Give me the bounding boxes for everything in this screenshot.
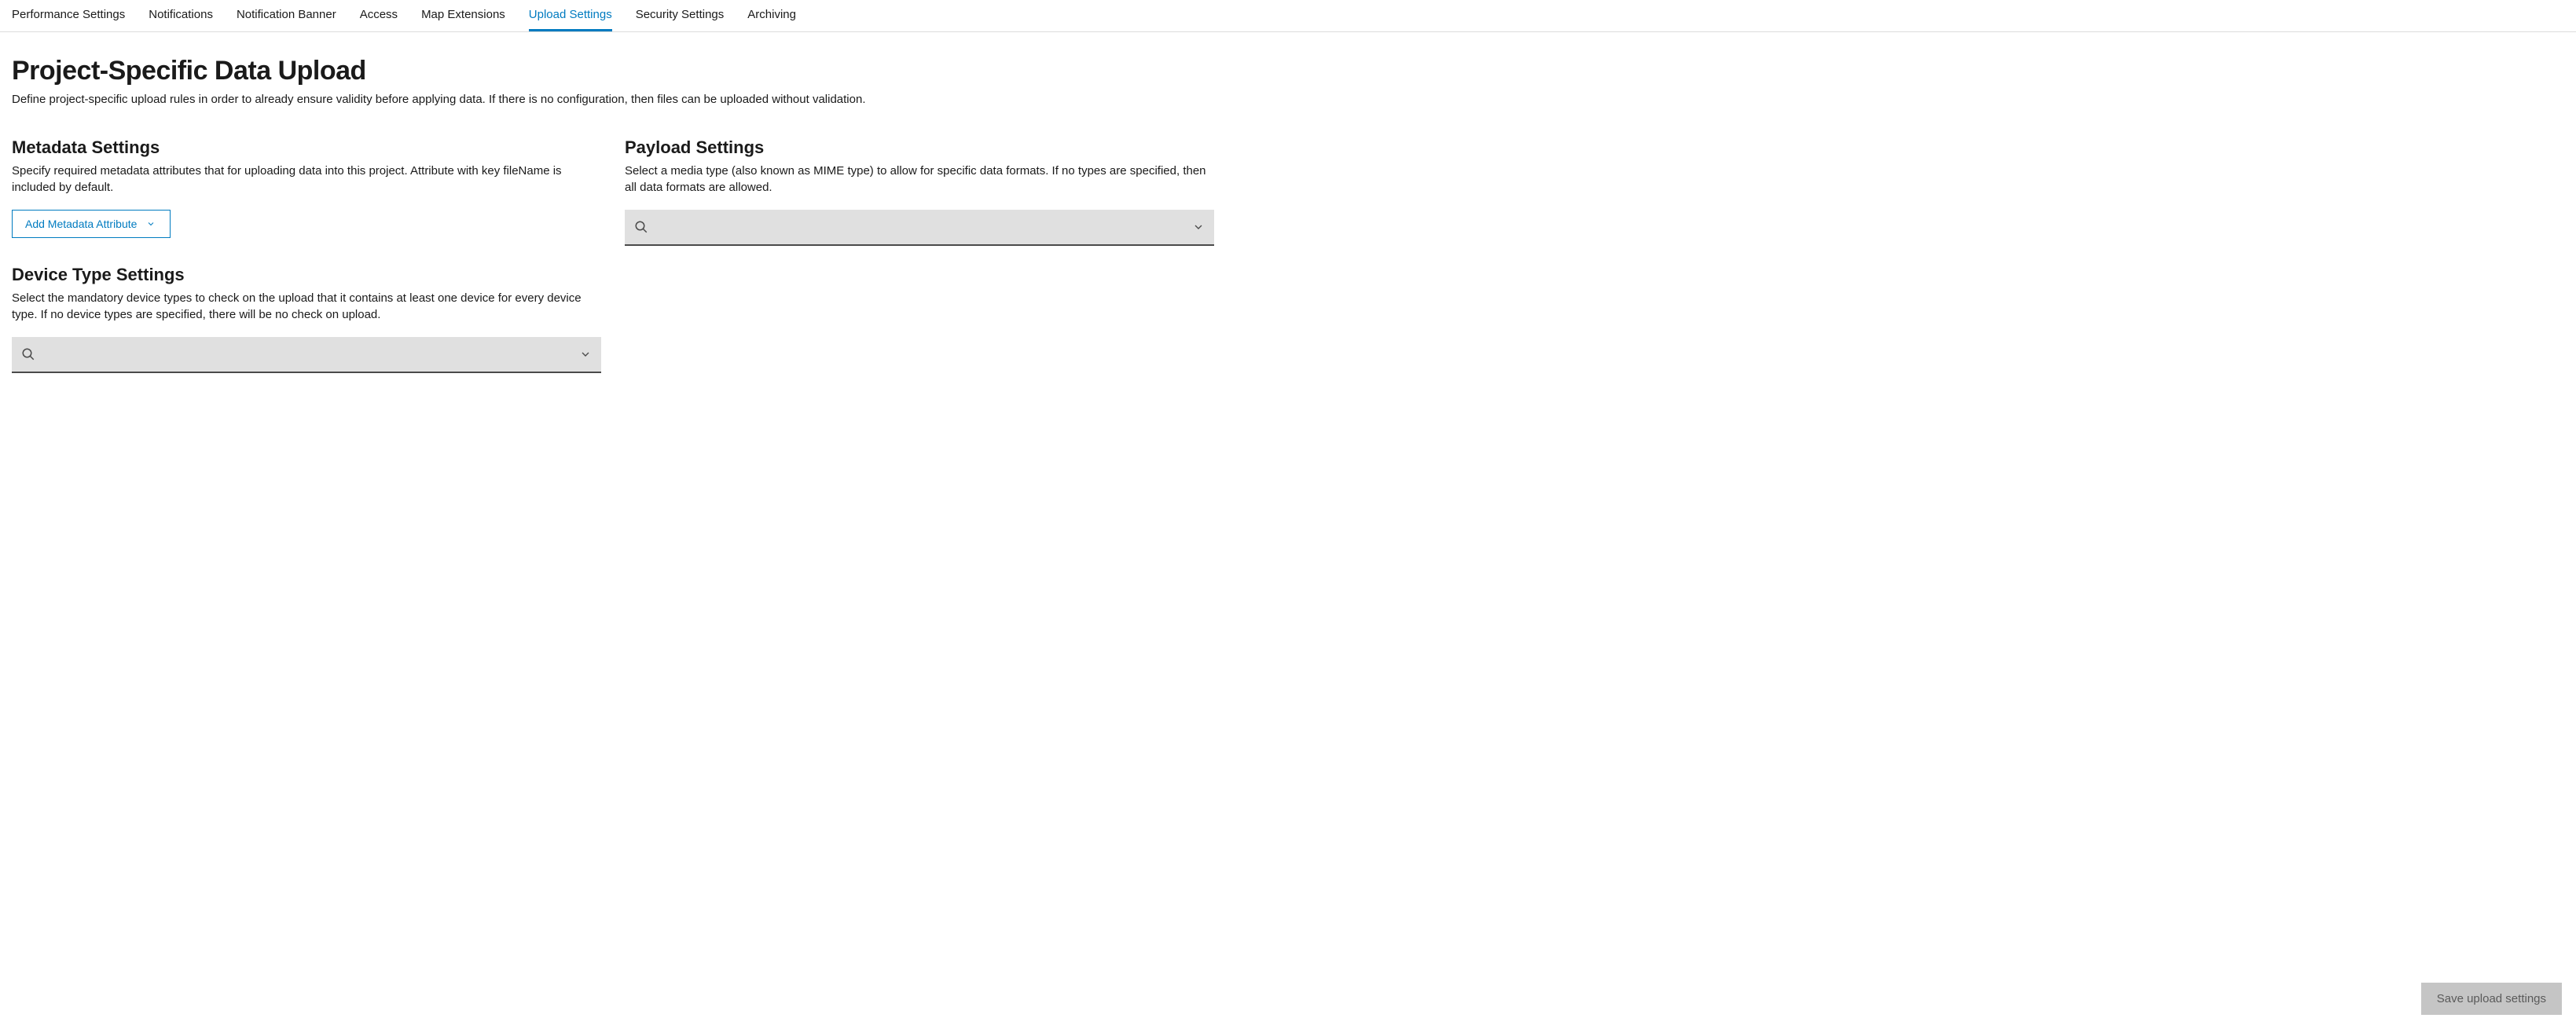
device-type-settings-description: Select the mandatory device types to che…	[12, 290, 601, 323]
metadata-settings-section: Metadata Settings Specify required metad…	[12, 137, 601, 238]
save-upload-settings-button[interactable]: Save upload settings	[2421, 983, 2562, 1015]
main-content: Project-Specific Data Upload Define proj…	[0, 32, 1226, 436]
payload-search-input[interactable]	[656, 220, 1184, 235]
tab-upload-settings[interactable]: Upload Settings	[529, 0, 612, 31]
search-icon	[21, 347, 35, 361]
device-type-select[interactable]	[12, 337, 601, 373]
tab-archiving[interactable]: Archiving	[747, 0, 796, 31]
device-type-settings-title: Device Type Settings	[12, 265, 601, 285]
device-type-settings-section: Device Type Settings Select the mandator…	[12, 265, 601, 373]
add-metadata-attribute-button[interactable]: Add Metadata Attribute	[12, 210, 171, 238]
payload-settings-title: Payload Settings	[625, 137, 1214, 158]
page-description: Define project-specific upload rules in …	[12, 93, 1214, 106]
chevron-down-icon	[579, 348, 592, 361]
tabs-nav: Performance Settings Notifications Notif…	[0, 0, 2576, 32]
metadata-settings-description: Specify required metadata attributes tha…	[12, 163, 601, 196]
tab-map-extensions[interactable]: Map Extensions	[421, 0, 505, 31]
save-bar: Save upload settings	[2421, 983, 2562, 1015]
tab-access[interactable]: Access	[360, 0, 398, 31]
device-type-search-input[interactable]	[43, 347, 571, 362]
metadata-settings-title: Metadata Settings	[12, 137, 601, 158]
search-icon	[634, 220, 648, 234]
add-metadata-attribute-label: Add Metadata Attribute	[25, 218, 137, 230]
tab-security-settings[interactable]: Security Settings	[636, 0, 725, 31]
tab-notification-banner[interactable]: Notification Banner	[237, 0, 336, 31]
payload-media-type-select[interactable]	[625, 210, 1214, 246]
chevron-down-icon	[145, 218, 157, 230]
page-title: Project-Specific Data Upload	[12, 56, 1214, 86]
payload-settings-section: Payload Settings Select a media type (al…	[625, 137, 1214, 246]
chevron-down-icon	[1192, 221, 1205, 233]
tab-performance-settings[interactable]: Performance Settings	[12, 0, 125, 31]
payload-settings-description: Select a media type (also known as MIME …	[625, 163, 1214, 196]
tab-notifications[interactable]: Notifications	[149, 0, 213, 31]
